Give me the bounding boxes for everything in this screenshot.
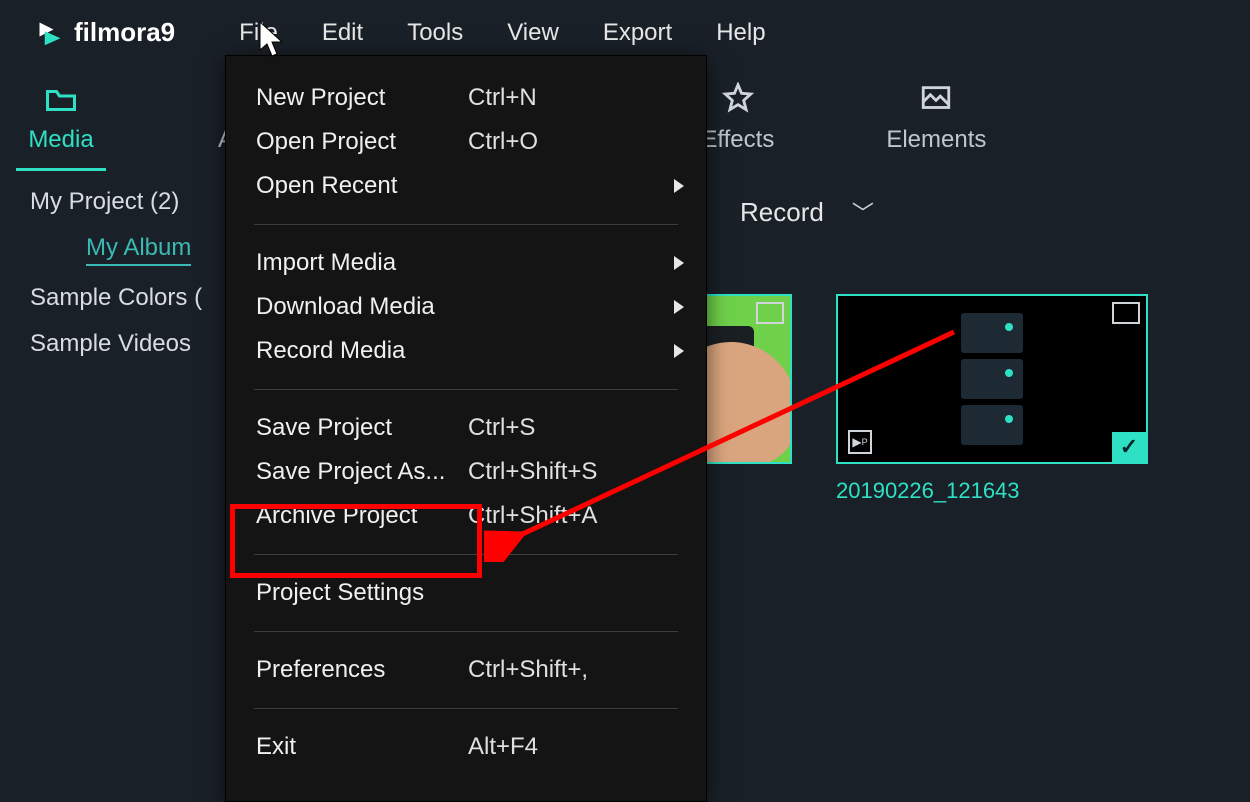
file-menu-import-media[interactable]: Import Media bbox=[226, 241, 706, 285]
file-menu-record-media[interactable]: Record Media bbox=[226, 329, 706, 373]
app-name: filmora9 bbox=[74, 17, 175, 48]
folder-icon bbox=[42, 80, 80, 118]
clip-type-icon bbox=[756, 302, 784, 324]
sidebar-item-my-album[interactable]: My Album bbox=[30, 234, 202, 266]
menu-tools[interactable]: Tools bbox=[407, 19, 463, 47]
file-menu-save-project[interactable]: Save Project Ctrl+S bbox=[226, 406, 706, 450]
submenu-arrow-icon bbox=[674, 344, 684, 358]
submenu-arrow-icon bbox=[674, 256, 684, 270]
menu-help[interactable]: Help bbox=[716, 19, 765, 47]
record-dropdown[interactable]: Record ﹀ bbox=[740, 196, 874, 228]
media-thumb-1[interactable]: ▶P ✓ bbox=[836, 294, 1148, 464]
menu-edit[interactable]: Edit bbox=[322, 19, 363, 47]
tab-effects-label: Effects bbox=[701, 126, 774, 154]
menu-file[interactable]: File bbox=[239, 19, 278, 47]
file-menu-dropdown: New Project Ctrl+N Open Project Ctrl+O O… bbox=[225, 55, 707, 802]
tab-effects[interactable]: Effects bbox=[701, 80, 774, 154]
logo-mark-icon bbox=[36, 19, 64, 47]
star-icon bbox=[719, 80, 757, 118]
submenu-arrow-icon bbox=[674, 300, 684, 314]
play-icon[interactable]: ▶P bbox=[848, 430, 872, 454]
file-menu-open-project[interactable]: Open Project Ctrl+O bbox=[226, 120, 706, 164]
submenu-arrow-icon bbox=[674, 179, 684, 193]
clip-type-icon bbox=[1112, 302, 1140, 324]
sidebar-item-sample-videos[interactable]: Sample Videos bbox=[30, 330, 202, 358]
tab-elements[interactable]: Elements bbox=[886, 80, 986, 154]
sidebar-item-my-album-label: My Album bbox=[86, 234, 191, 266]
record-dropdown-label: Record bbox=[740, 197, 824, 228]
menu-view[interactable]: View bbox=[507, 19, 559, 47]
app-logo: filmora9 bbox=[36, 17, 175, 48]
tab-media[interactable]: Media bbox=[16, 80, 106, 171]
media-thumb-partial[interactable] bbox=[706, 294, 792, 464]
menu-bar: File Edit Tools View Export Help bbox=[239, 19, 765, 47]
file-menu-archive-project[interactable]: Archive Project Ctrl+Shift+A bbox=[226, 494, 706, 538]
media-thumb-1-caption: 20190226_121643 bbox=[836, 478, 1020, 504]
file-menu-new-project[interactable]: New Project Ctrl+N bbox=[226, 76, 706, 120]
file-menu-open-recent[interactable]: Open Recent bbox=[226, 164, 706, 208]
selected-check-icon: ✓ bbox=[1112, 432, 1146, 462]
file-menu-save-project-as[interactable]: Save Project As... Ctrl+Shift+S bbox=[226, 450, 706, 494]
file-menu-preferences[interactable]: Preferences Ctrl+Shift+, bbox=[226, 648, 706, 692]
chevron-down-icon: ﹀ bbox=[852, 196, 874, 228]
sidebar-item-sample-colors[interactable]: Sample Colors ( bbox=[30, 284, 202, 312]
menu-export[interactable]: Export bbox=[603, 19, 672, 47]
sidebar: My Project (2) My Album Sample Colors ( … bbox=[30, 188, 202, 376]
file-menu-download-media[interactable]: Download Media bbox=[226, 285, 706, 329]
sidebar-item-my-project[interactable]: My Project (2) bbox=[30, 188, 202, 216]
file-menu-project-settings[interactable]: Project Settings bbox=[226, 571, 706, 615]
file-menu-exit[interactable]: Exit Alt+F4 bbox=[226, 725, 706, 769]
tab-elements-label: Elements bbox=[886, 126, 986, 154]
tab-media-label: Media bbox=[28, 126, 93, 154]
image-icon bbox=[917, 80, 955, 118]
